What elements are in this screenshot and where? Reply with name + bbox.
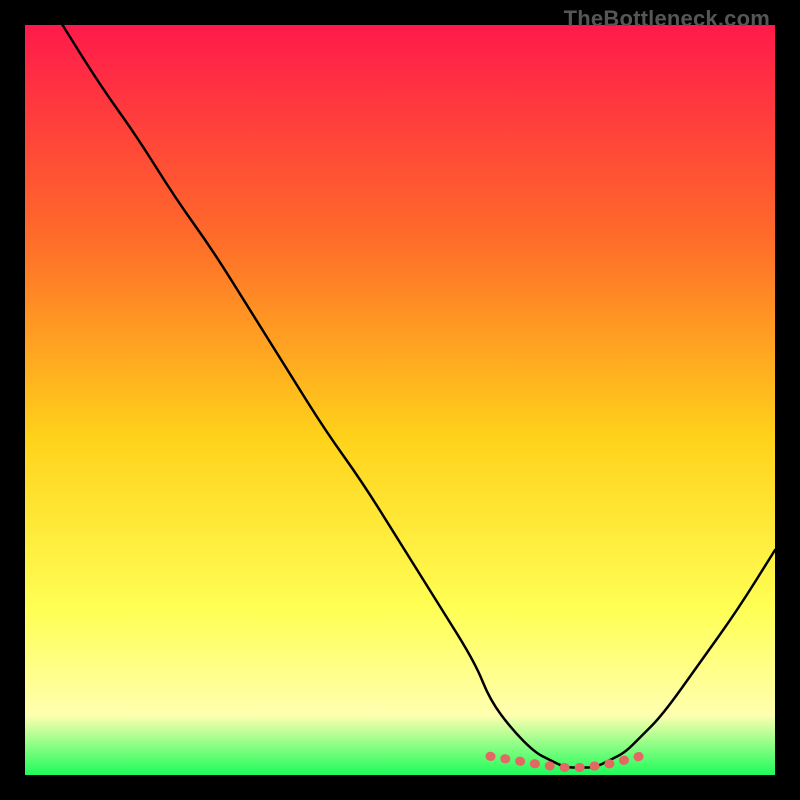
chart-frame [25,25,775,775]
watermark-text: TheBottleneck.com [564,6,770,32]
bottleneck-chart [25,25,775,775]
